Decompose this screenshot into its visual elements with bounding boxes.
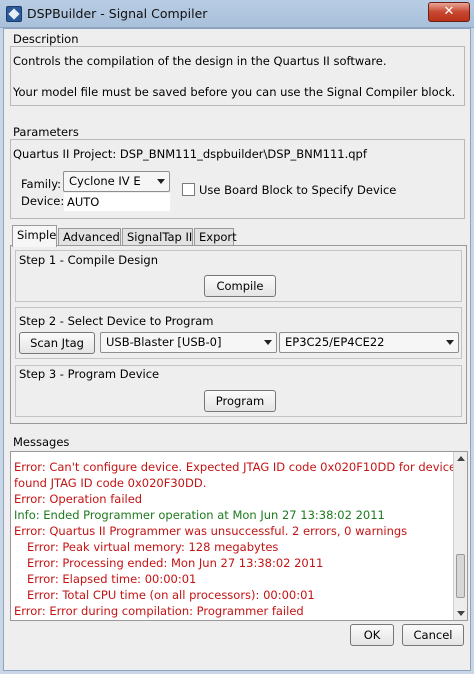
description-line-2: Your model file must be saved before you…: [13, 85, 456, 99]
tab-simple[interactable]: Simple: [12, 225, 57, 247]
chevron-down-icon: [157, 179, 165, 184]
target-device-value: EP3C25/EP4CE22: [285, 335, 385, 349]
family-select[interactable]: Cyclone IV E: [63, 171, 170, 192]
device-field[interactable]: AUTO: [63, 192, 171, 212]
programming-cable-select[interactable]: USB-Blaster [USB-0]: [100, 332, 277, 353]
message-line: Error: Quartus II Programmer was unsucce…: [14, 524, 408, 538]
step1-label: Step 1 - Compile Design: [19, 253, 159, 267]
message-line: Info: Ended Programmer operation at Mon …: [14, 508, 385, 522]
family-label: Family:: [21, 177, 62, 191]
title-bar[interactable]: DSPBuilder - Signal Compiler ✕: [0, 0, 474, 28]
tab-advanced[interactable]: Advanced: [58, 228, 121, 246]
window-title: DSPBuilder - Signal Compiler: [27, 6, 208, 21]
message-line: Error: Can't configure device. Expected …: [14, 460, 468, 474]
message-line: Error: Operation failed: [14, 492, 143, 506]
message-line: Error: Total CPU time (on all processors…: [27, 588, 315, 602]
parameters-label: Parameters: [13, 125, 79, 139]
board-block-checkbox[interactable]: [182, 183, 195, 196]
signal-compiler-dialog: Description Controls the compilation of …: [3, 28, 471, 671]
messages-label: Messages: [13, 435, 70, 449]
description-line-1: Controls the compilation of the design i…: [13, 54, 387, 68]
message-line: Error: Processing ended: Mon Jun 27 13:3…: [27, 556, 324, 570]
scrollbar-thumb[interactable]: [456, 554, 465, 598]
family-select-value: Cyclone IV E: [69, 174, 141, 188]
message-line: Error: Elapsed time: 00:00:01: [27, 572, 197, 586]
scroll-down-arrow-icon[interactable]: [457, 611, 465, 616]
chevron-down-icon: [446, 340, 454, 345]
programming-cable-value: USB-Blaster [USB-0]: [106, 335, 222, 349]
target-device-select[interactable]: EP3C25/EP4CE22: [279, 332, 459, 353]
step3-label: Step 3 - Program Device: [19, 367, 160, 381]
dspbuilder-app-icon: [6, 6, 22, 22]
device-field-value: AUTO: [67, 195, 100, 209]
device-label: Device:: [21, 194, 65, 208]
message-line: found JTAG ID code 0x020F30DD.: [14, 476, 207, 490]
message-line: Error: Peak virtual memory: 128 megabyte…: [27, 540, 279, 554]
compile-button[interactable]: Compile: [204, 275, 276, 297]
description-label: Description: [13, 32, 79, 46]
scan-jtag-button[interactable]: Scan Jtag: [19, 332, 95, 354]
step2-label: Step 2 - Select Device to Program: [19, 314, 214, 328]
program-button[interactable]: Program: [204, 390, 276, 412]
ok-button[interactable]: OK: [350, 624, 394, 646]
chevron-down-icon: [264, 340, 272, 345]
tab-export[interactable]: Export: [194, 228, 237, 246]
scroll-up-arrow-icon[interactable]: [457, 456, 465, 461]
message-line: Error: Error during compilation: Program…: [14, 604, 304, 618]
cancel-button[interactable]: Cancel: [402, 624, 464, 646]
quartus-project-path: Quartus II Project: DSP_BNM111_dspbuilde…: [13, 147, 367, 161]
board-block-label: Use Board Block to Specify Device: [199, 183, 397, 197]
messages-list[interactable]: Error: Can't configure device. Expected …: [10, 451, 468, 621]
tab-signaltap[interactable]: SignalTap II: [122, 228, 193, 246]
messages-scrollbar[interactable]: [453, 452, 467, 620]
window-close-button[interactable]: ✕: [428, 2, 470, 22]
simple-tab-panel: Step 1 - Compile Design Compile Step 2 -…: [10, 245, 467, 424]
